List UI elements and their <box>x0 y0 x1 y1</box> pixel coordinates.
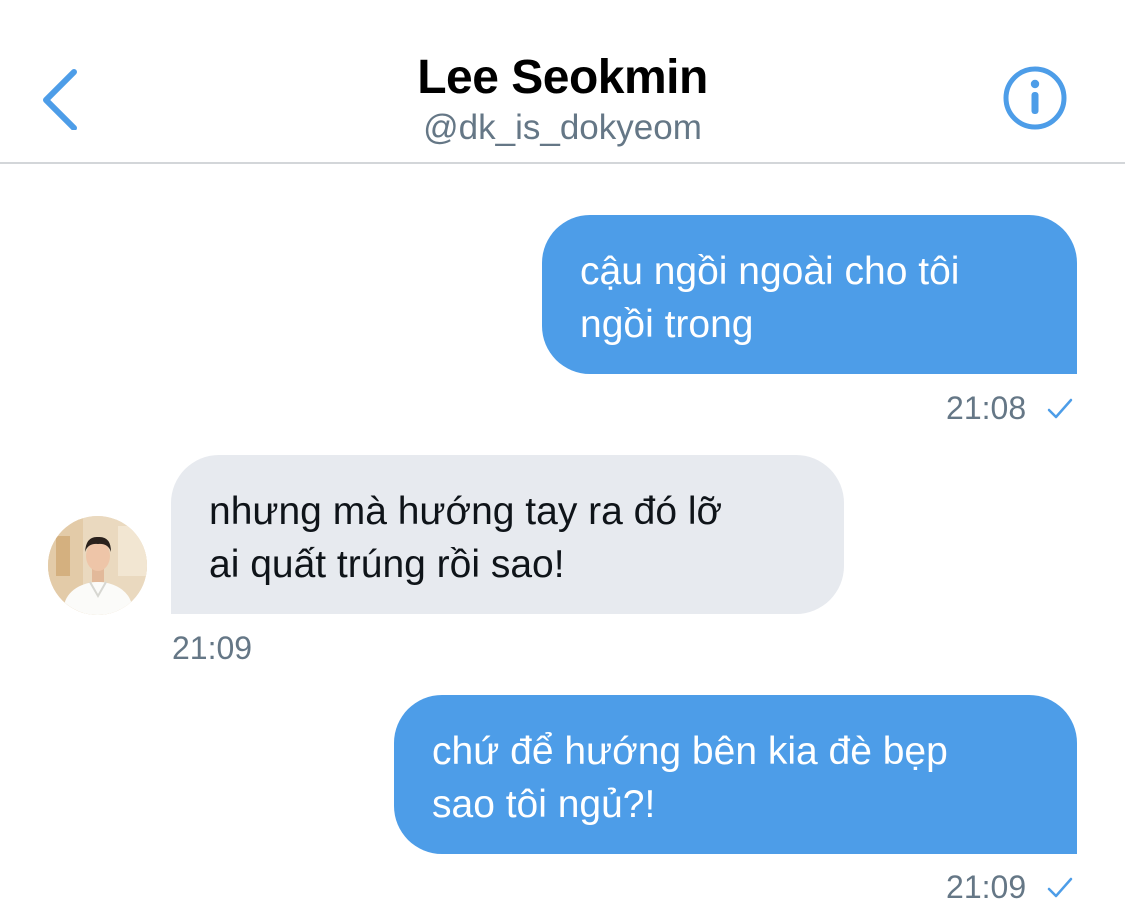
conversation-header: Lee Seokmin @dk_is_dokyeom <box>0 0 1125 164</box>
outgoing-message-bubble[interactable]: cậu ngồi ngoài cho tôi ngồi trong <box>542 215 1077 374</box>
message-meta: 21:08 <box>946 388 1073 427</box>
message-timestamp: 21:09 <box>172 630 253 667</box>
outgoing-message-bubble[interactable]: chứ để hướng bên kia đè bẹp sao tôi ngủ?… <box>394 695 1077 854</box>
message-meta: 21:09 <box>172 628 252 667</box>
message-text-line: sao tôi ngủ?! <box>432 783 656 826</box>
contact-name[interactable]: Lee Seokmin <box>0 50 1125 105</box>
message-text-line: cậu ngồi ngoài cho tôi <box>580 250 960 293</box>
avatar-photo <box>48 516 147 615</box>
check-icon <box>1047 398 1073 418</box>
info-circle-icon <box>1003 66 1067 130</box>
check-icon <box>1047 877 1073 897</box>
avatar[interactable] <box>48 516 147 615</box>
message-timestamp: 21:08 <box>946 390 1027 427</box>
message-text-line: nhưng mà hướng tay ra đó lỡ <box>209 490 723 533</box>
message-text-line: ai quất trúng rồi sao! <box>209 543 565 586</box>
contact-handle[interactable]: @dk_is_dokyeom <box>0 108 1125 148</box>
info-button[interactable] <box>1000 65 1070 131</box>
message-meta: 21:09 <box>946 867 1073 906</box>
message-text-line: ngồi trong <box>580 303 754 346</box>
incoming-message-bubble[interactable]: nhưng mà hướng tay ra đó lỡ ai quất trún… <box>171 455 844 614</box>
message-timestamp: 21:09 <box>946 869 1027 906</box>
message-text-line: chứ để hướng bên kia đè bẹp <box>432 730 948 773</box>
